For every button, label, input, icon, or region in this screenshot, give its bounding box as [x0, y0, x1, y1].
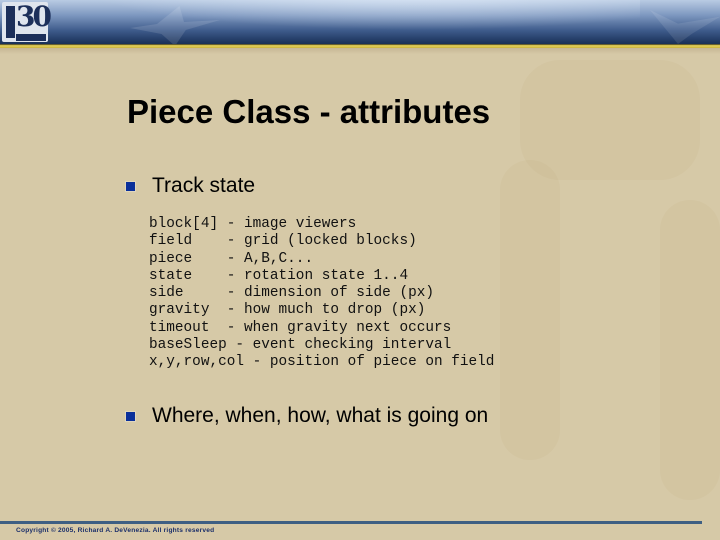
star-watermark-icon — [650, 10, 720, 44]
logo-side-bar — [6, 6, 15, 38]
bullet-text: Track state — [152, 174, 256, 197]
logo-number: 30 — [16, 0, 52, 33]
code-block: block[4] - image viewers field - grid (l… — [149, 216, 494, 372]
copyright-notice: Copyright © 2005, Richard A. DeVenezia. … — [16, 527, 215, 534]
background-watermark — [500, 160, 560, 460]
square-bullet-icon — [126, 181, 135, 191]
logo-underbar — [16, 34, 46, 41]
footer-rule — [0, 521, 702, 524]
bullet-text: Where, when, how, what is going on — [152, 404, 489, 427]
code-line: field - grid (locked blocks) — [149, 233, 417, 250]
code-line: side - dimension of side (px) — [149, 285, 434, 302]
conference-logo: 30 — [2, 0, 52, 42]
bullet-item: Where, when, how, what is going on — [123, 404, 488, 428]
code-line: block[4] - image viewers — [149, 216, 357, 232]
slide-title: Piece Class - attributes — [127, 93, 491, 130]
code-line: gravity - how much to drop (px) — [149, 302, 426, 319]
code-line: state - rotation state 1..4 — [149, 267, 409, 284]
background-watermark — [520, 60, 700, 180]
code-line: baseSleep - event checking interval — [149, 337, 452, 354]
background-watermark — [660, 200, 720, 500]
code-line: piece - A,B,C... — [149, 250, 314, 267]
code-line: x,y,row,col - position of piece on field — [149, 354, 495, 371]
slide-header-banner: 30 — [0, 0, 720, 44]
bullet-item: Track state — [123, 174, 255, 198]
header-shadow — [0, 48, 720, 54]
square-bullet-icon — [126, 411, 135, 421]
code-line: timeout - when gravity next occurs — [149, 319, 452, 336]
